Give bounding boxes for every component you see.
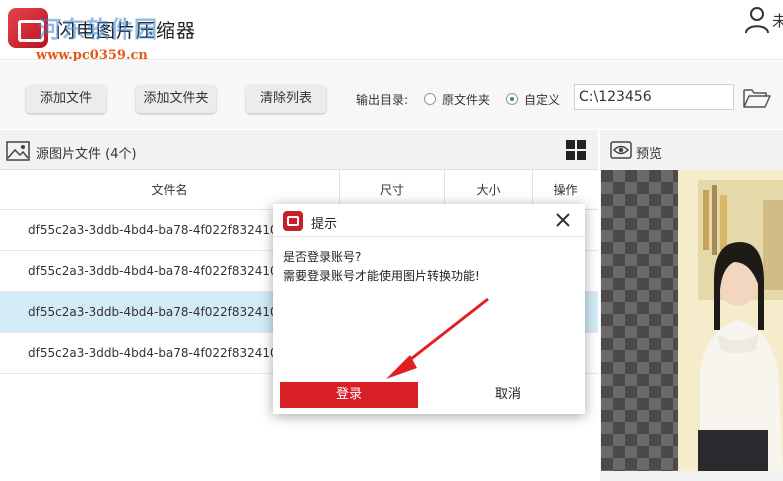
dialog-divider	[273, 236, 585, 237]
dialog-title: 提示	[311, 217, 338, 232]
source-files-header: 源图片文件 (4个)	[0, 130, 598, 170]
user-icon[interactable]	[744, 6, 770, 34]
cancel-button[interactable]: 取消	[439, 382, 577, 408]
title-bar: 闪电图片压缩器 河东软件园 www.pc0359.cn 未	[0, 0, 783, 63]
eye-icon	[610, 141, 632, 159]
add-folder-button[interactable]: 添加文件夹	[136, 85, 216, 113]
radio-custom-folder[interactable]	[506, 93, 518, 105]
login-prompt-dialog: 提示 是否登录账号? 需要登录账号才能使用图片转换功能! 登录 取消	[273, 204, 585, 414]
image-icon	[6, 141, 30, 161]
output-path-input[interactable]	[574, 84, 734, 110]
file-name-cell: df55c2a3-3ddb-4bd4-ba78-4f022f8324101	[28, 223, 286, 237]
login-button[interactable]: 登录	[280, 382, 418, 408]
file-name-cell: df55c2a3-3ddb-4bd4-ba78-4f022f8324101	[28, 346, 286, 360]
file-name-cell: df55c2a3-3ddb-4bd4-ba78-4f022f8324101	[28, 264, 286, 278]
user-label[interactable]: 未	[772, 10, 783, 31]
dialog-message-line2: 需要登录账号才能使用图片转换功能!	[283, 269, 480, 283]
folder-open-icon[interactable]	[743, 87, 771, 109]
radio-original-label[interactable]: 原文件夹	[442, 91, 490, 108]
grid-view-icon[interactable]	[566, 140, 586, 160]
close-icon[interactable]	[553, 210, 573, 230]
dialog-logo-icon	[283, 211, 303, 231]
preview-header: 预览	[600, 130, 783, 170]
preview-label: 预览	[636, 147, 663, 162]
output-dir-label: 输出目录:	[356, 93, 409, 107]
clear-list-button[interactable]: 清除列表	[246, 85, 326, 113]
radio-custom-label[interactable]: 自定义	[524, 91, 560, 108]
toolbar: 添加文件 添加文件夹 清除列表 输出目录: 原文件夹 自定义	[0, 61, 783, 129]
file-name-cell: df55c2a3-3ddb-4bd4-ba78-4f022f8324101	[28, 305, 286, 319]
add-file-button[interactable]: 添加文件	[26, 85, 106, 113]
source-files-title: 源图片文件 (4个)	[36, 147, 137, 162]
watermark-text: 河东软件园	[38, 17, 158, 43]
preview-photo-illustration	[678, 170, 783, 471]
preview-photo	[678, 170, 783, 471]
dialog-message-line1: 是否登录账号?	[283, 250, 362, 264]
preview-panel: 预览	[600, 130, 783, 481]
radio-original-folder[interactable]	[424, 93, 436, 105]
preview-canvas	[601, 170, 783, 471]
